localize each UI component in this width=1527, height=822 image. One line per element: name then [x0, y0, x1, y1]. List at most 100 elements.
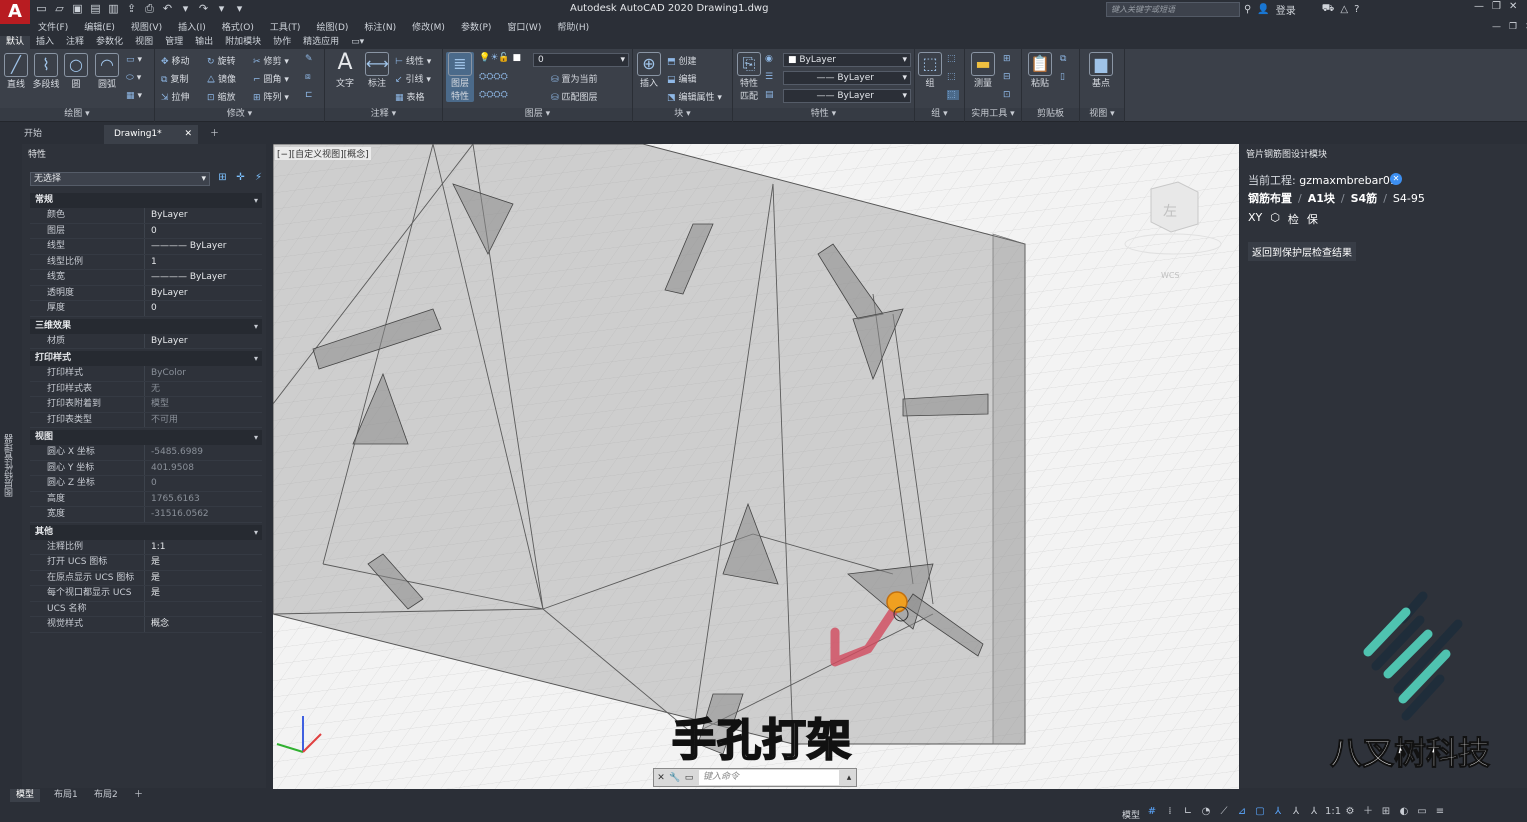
property-value[interactable]: 概念: [145, 617, 169, 632]
property-row[interactable]: 打印样式表无: [30, 381, 262, 397]
block-panel-title[interactable]: 块 ▾: [633, 108, 732, 121]
insert-button[interactable]: ⊕ 插入: [635, 52, 663, 89]
property-value[interactable]: 1:1: [145, 540, 165, 555]
copy-button[interactable]: ⧉ 复制: [161, 72, 188, 85]
property-value[interactable]: 0: [145, 301, 157, 316]
xy-view-button[interactable]: XY: [1248, 211, 1262, 227]
clipboard-panel-title[interactable]: 剪贴板: [1022, 108, 1079, 121]
crumb-bar[interactable]: S4筋: [1351, 192, 1378, 205]
ribbon-tab-default[interactable]: 默认: [0, 36, 31, 49]
property-row[interactable]: 材质 ByLayer: [30, 333, 262, 349]
property-row[interactable]: 打开 UCS 图标是: [30, 555, 262, 571]
doc-restore-icon[interactable]: ❐: [1509, 22, 1517, 32]
property-value[interactable]: 0: [145, 476, 157, 491]
isodraft-icon[interactable]: ⟋: [1217, 806, 1231, 818]
property-row[interactable]: 圆心 Z 坐标 0: [30, 476, 262, 492]
ribbon-toggle-icon[interactable]: ▭▾: [345, 36, 370, 49]
property-value[interactable]: -31516.0562: [145, 507, 209, 522]
set-current-button[interactable]: ⛁ 置为当前: [551, 72, 598, 85]
arc-button[interactable]: ◠ 圆弧: [92, 53, 122, 90]
id-point-icon[interactable]: ⊡: [1003, 90, 1014, 100]
property-row[interactable]: 图层 0: [30, 223, 262, 239]
cut-icon[interactable]: ▯: [1060, 72, 1068, 82]
undo-icon[interactable]: ↶: [160, 2, 175, 16]
property-value[interactable]: 1765.6163: [145, 492, 200, 507]
menu-parametric[interactable]: 参数(P): [453, 20, 499, 36]
ribbon-tab-output[interactable]: 输出: [189, 36, 219, 49]
isolate-objects-icon[interactable]: ◐: [1397, 806, 1411, 818]
match-layer-button[interactable]: ⛁ 匹配图层: [551, 90, 598, 103]
property-row[interactable]: 透明度 ByLayer: [30, 285, 262, 301]
property-value[interactable]: 模型: [145, 397, 169, 412]
check-button[interactable]: 检: [1288, 211, 1299, 227]
selection-combo[interactable]: 无选择 ▾: [30, 172, 210, 186]
property-value[interactable]: 不可用: [145, 413, 178, 428]
annotation-panel-title[interactable]: 注释 ▾: [325, 108, 442, 121]
collapse-icon[interactable]: ▾: [254, 351, 258, 366]
layer-properties-button[interactable]: ≣ 图层 特性: [446, 52, 474, 102]
offset-icon[interactable]: ⊏: [305, 90, 316, 100]
properties-panel-title[interactable]: 特性 ▾: [733, 108, 914, 121]
toggle-pickadd-icon[interactable]: ⊞: [216, 172, 229, 185]
annotation-scale-icon[interactable]: ⅄: [1307, 806, 1321, 818]
crumb-rebar-layout[interactable]: 钢筋布置: [1248, 192, 1292, 205]
3d-box-icon[interactable]: ⬡: [1270, 211, 1280, 227]
ribbon-tab-insert[interactable]: 插入: [30, 36, 60, 49]
explode-icon[interactable]: ⧈: [305, 72, 314, 82]
draw-panel-title[interactable]: 绘图 ▾: [0, 108, 154, 121]
trim-button[interactable]: ✂ 修剪 ▾: [253, 54, 289, 67]
layer-manager-tab[interactable]: 图层特性管理器: [3, 434, 17, 497]
collapse-icon[interactable]: ▾: [254, 193, 258, 208]
property-value[interactable]: 是: [145, 586, 160, 601]
copy-clip-icon[interactable]: ⧉: [1060, 54, 1069, 64]
property-row[interactable]: 打印样式 ByColor: [30, 366, 262, 382]
ribbon-tab-parametric[interactable]: 参数化: [90, 36, 129, 49]
annotation-visibility-icon[interactable]: ⅄: [1289, 806, 1303, 818]
linear-dim-button[interactable]: ⊢ 线性 ▾: [395, 54, 431, 67]
menu-view[interactable]: 视图(V): [123, 20, 170, 36]
restore-icon[interactable]: ❐: [1492, 1, 1501, 12]
snap-tracking-icon[interactable]: ▢: [1253, 806, 1267, 818]
modify-panel-title[interactable]: 修改 ▾: [155, 108, 324, 121]
new-file-icon[interactable]: ▭: [34, 2, 49, 16]
annotation-scale-value[interactable]: 1:1: [1325, 806, 1341, 818]
ribbon-tab-view[interactable]: 视图: [129, 36, 159, 49]
collapse-icon[interactable]: ▾: [254, 430, 258, 445]
undo-dropdown-icon[interactable]: ▾: [178, 2, 193, 16]
create-block-button[interactable]: ⬒ 创建: [667, 54, 697, 67]
text-button[interactable]: A 文字: [331, 52, 359, 90]
section-header[interactable]: 常规 ▾: [30, 193, 262, 208]
ribbon-tab-annotate[interactable]: 注释: [60, 36, 90, 49]
app-logo[interactable]: A: [0, 0, 30, 24]
groups-panel-title[interactable]: 组 ▾: [915, 108, 964, 121]
property-value[interactable]: ByLayer: [145, 208, 188, 223]
new-tab-icon[interactable]: ＋: [200, 125, 229, 144]
section-header[interactable]: 打印样式 ▾: [30, 351, 262, 366]
menu-draw[interactable]: 绘图(D): [308, 20, 356, 36]
binoculars-icon[interactable]: ⚲: [1244, 4, 1251, 15]
polar-icon[interactable]: ◔: [1199, 806, 1213, 818]
color-combo[interactable]: ■ ByLayer ▾: [783, 53, 911, 67]
ribbon-tab-featured[interactable]: 精选应用: [297, 36, 345, 49]
property-value[interactable]: ByLayer: [145, 286, 188, 301]
collapse-icon[interactable]: ▾: [254, 319, 258, 334]
close-icon[interactable]: ✕: [1509, 1, 1517, 12]
redo-dropdown-icon[interactable]: ▾: [214, 2, 229, 16]
property-value[interactable]: ———— ByLayer: [145, 239, 226, 254]
menu-window[interactable]: 窗口(W): [499, 20, 549, 36]
upload-icon[interactable]: ⇪: [124, 2, 139, 16]
property-row[interactable]: 打印表附着到 模型: [30, 397, 262, 413]
select-objects-icon[interactable]: ✛: [234, 172, 247, 185]
menu-dimension[interactable]: 标注(N): [356, 20, 404, 36]
layer-combo[interactable]: 0 ▾: [533, 53, 629, 67]
ungroup-icon[interactable]: ⬚: [947, 54, 959, 64]
property-value[interactable]: ByLayer: [145, 334, 188, 349]
menu-format[interactable]: 格式(O): [214, 20, 262, 36]
property-row[interactable]: 高度 1765.6163: [30, 491, 262, 507]
group-edit-icon[interactable]: ⬚: [947, 72, 959, 82]
back-to-cover-check-button[interactable]: 返回到保护层检查结果: [1248, 242, 1356, 261]
doc-minimize-icon[interactable]: —: [1492, 22, 1501, 32]
fullscreen-icon[interactable]: ▭: [1415, 806, 1429, 818]
property-row[interactable]: 线宽 ———— ByLayer: [30, 270, 262, 286]
rotate-button[interactable]: ↻ 旋转: [207, 54, 236, 67]
